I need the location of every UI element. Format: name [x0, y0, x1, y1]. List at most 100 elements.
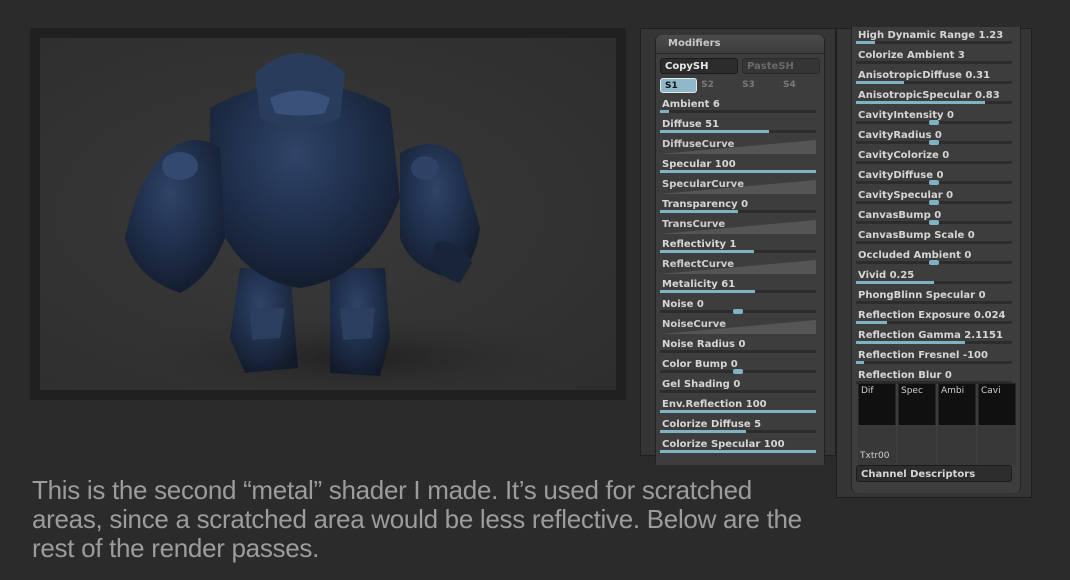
modifier-row[interactable]: CanvasBump Scale 0 — [856, 227, 1012, 247]
modifier-row[interactable]: Diffuse 51 — [660, 116, 816, 136]
slider-track[interactable] — [856, 81, 1012, 84]
slider-track[interactable] — [856, 41, 1012, 44]
modifier-row[interactable]: AnisotropicDiffuse 0.31 — [856, 67, 1012, 87]
modifier-row[interactable]: Reflection Exposure 0.024 — [856, 307, 1012, 327]
modifier-row[interactable]: Noise Radius 0 — [660, 336, 816, 356]
render-viewport[interactable] — [40, 38, 616, 390]
modifier-label: Occluded Ambient 0 — [858, 250, 972, 261]
slider-track[interactable] — [660, 130, 816, 133]
modifiers-panel-continued: High Dynamic Range 1.23 Colorize Ambient … — [836, 27, 1032, 498]
slider-track[interactable] — [856, 180, 1012, 185]
slider-knob[interactable] — [929, 140, 939, 145]
modifier-label: AnisotropicSpecular 0.83 — [858, 90, 1000, 101]
modifier-row[interactable]: SpecularCurve — [660, 176, 816, 196]
channel-label: Cavi — [981, 386, 1001, 396]
modifiers-header[interactable]: Modifiers — [656, 35, 824, 54]
modifier-row[interactable]: TransCurve — [660, 216, 816, 236]
modifier-row[interactable]: Colorize Diffuse 5 — [660, 416, 816, 436]
modifier-row[interactable]: Metalicity 61 — [660, 276, 816, 296]
slider-track[interactable] — [660, 450, 816, 453]
modifier-row[interactable]: Ambient 6 — [660, 96, 816, 116]
modifier-label: Noise Radius 0 — [662, 339, 746, 350]
slider-track[interactable] — [856, 241, 1012, 244]
slider-fill — [660, 210, 738, 213]
slider-track[interactable] — [660, 350, 816, 353]
slider-track[interactable] — [660, 390, 816, 393]
modifier-row[interactable]: CavitySpecular 0 — [856, 187, 1012, 207]
modifier-row[interactable]: High Dynamic Range 1.23 — [856, 27, 1012, 47]
modifier-row[interactable]: Color Bump 0 — [660, 356, 816, 376]
paste-shader-button[interactable]: PasteSH — [742, 58, 820, 74]
modifier-row[interactable]: CavityColorize 0 — [856, 147, 1012, 167]
modifier-row[interactable]: Reflectivity 1 — [660, 236, 816, 256]
slider-knob[interactable] — [929, 180, 939, 185]
tab-s2[interactable]: S2 — [697, 78, 738, 93]
modifier-row[interactable]: Vivid 0.25 — [856, 267, 1012, 287]
slider-knob[interactable] — [733, 309, 743, 314]
modifier-row[interactable]: ReflectCurve — [660, 256, 816, 276]
slider-track[interactable] — [660, 210, 816, 213]
modifier-row[interactable]: AnisotropicSpecular 0.83 — [856, 87, 1012, 107]
slider-track[interactable] — [660, 309, 816, 314]
slider-track[interactable] — [856, 200, 1012, 205]
modifier-row[interactable]: Specular 100 — [660, 156, 816, 176]
modifier-row[interactable]: Colorize Specular 100 — [660, 436, 816, 456]
slider-fill — [856, 341, 966, 344]
slider-track[interactable] — [660, 369, 816, 374]
slider-track[interactable] — [856, 321, 1012, 324]
modifier-row[interactable]: CavityIntensity 0 — [856, 107, 1012, 127]
modifier-row[interactable]: Transparency 0 — [660, 196, 816, 216]
slider-track[interactable] — [660, 290, 816, 293]
modifier-row[interactable]: Colorize Ambient 3 — [856, 47, 1012, 67]
slider-track[interactable] — [660, 250, 816, 253]
modifier-row[interactable]: DiffuseCurve — [660, 136, 816, 156]
modifier-row[interactable]: CavityRadius 0 — [856, 127, 1012, 147]
modifier-label: Noise 0 — [662, 299, 704, 310]
modifier-row[interactable]: Noise 0 — [660, 296, 816, 316]
slider-track[interactable] — [856, 140, 1012, 145]
slider-fill — [856, 41, 875, 44]
slider-knob[interactable] — [929, 220, 939, 225]
slider-track[interactable] — [856, 61, 1012, 64]
slider-track[interactable] — [856, 101, 1012, 104]
modifier-label: Reflection Exposure 0.024 — [858, 310, 1006, 321]
modifiers-subpalette: Modifiers CopySH PasteSH S1 S2 S3 S4 Ambien… — [655, 35, 825, 465]
slider-track[interactable] — [660, 410, 816, 413]
slider-track[interactable] — [660, 430, 816, 433]
slider-knob[interactable] — [929, 120, 939, 125]
modifier-row[interactable]: Gel Shading 0 — [660, 376, 816, 396]
modifier-row[interactable]: CavityDiffuse 0 — [856, 167, 1012, 187]
slider-track[interactable] — [856, 341, 1012, 344]
slider-track[interactable] — [856, 120, 1012, 125]
copy-shader-button[interactable]: CopySH — [660, 58, 738, 74]
modifier-row[interactable]: Env.Reflection 100 — [660, 396, 816, 416]
slider-knob[interactable] — [733, 369, 743, 374]
slider-knob[interactable] — [929, 260, 939, 265]
slider-track[interactable] — [856, 361, 1012, 364]
slider-track[interactable] — [856, 220, 1012, 225]
modifier-row[interactable]: PhongBlinn Specular 0 — [856, 287, 1012, 307]
slider-track[interactable] — [856, 281, 1012, 284]
modifier-row[interactable]: Reflection Fresnel -100 — [856, 347, 1012, 367]
modifier-row[interactable]: CanvasBump 0 — [856, 207, 1012, 227]
channel-descriptors-button[interactable]: Channel Descriptors — [856, 465, 1012, 482]
slider-fill — [660, 110, 670, 113]
slider-track[interactable] — [660, 110, 816, 113]
slider-fill — [856, 321, 888, 324]
slider-knob[interactable] — [929, 200, 939, 205]
slider-track[interactable] — [856, 161, 1012, 164]
modifier-label: SpecularCurve — [662, 179, 744, 190]
modifier-row[interactable]: Occluded Ambient 0 — [856, 247, 1012, 267]
tab-s1[interactable]: S1 — [660, 78, 698, 93]
tab-s4[interactable]: S4 — [779, 78, 820, 93]
slider-track[interactable] — [660, 170, 816, 173]
modifier-row[interactable]: Reflection Gamma 2.1151 — [856, 327, 1012, 347]
modifier-row[interactable]: NoiseCurve — [660, 316, 816, 336]
tab-s3[interactable]: S3 — [738, 78, 779, 93]
slider-fill — [660, 170, 816, 173]
modifier-label: Color Bump 0 — [662, 359, 738, 370]
slider-track[interactable] — [856, 260, 1012, 265]
slider-fill — [660, 130, 770, 133]
slider-fill — [660, 290, 756, 293]
slider-track[interactable] — [856, 301, 1012, 304]
